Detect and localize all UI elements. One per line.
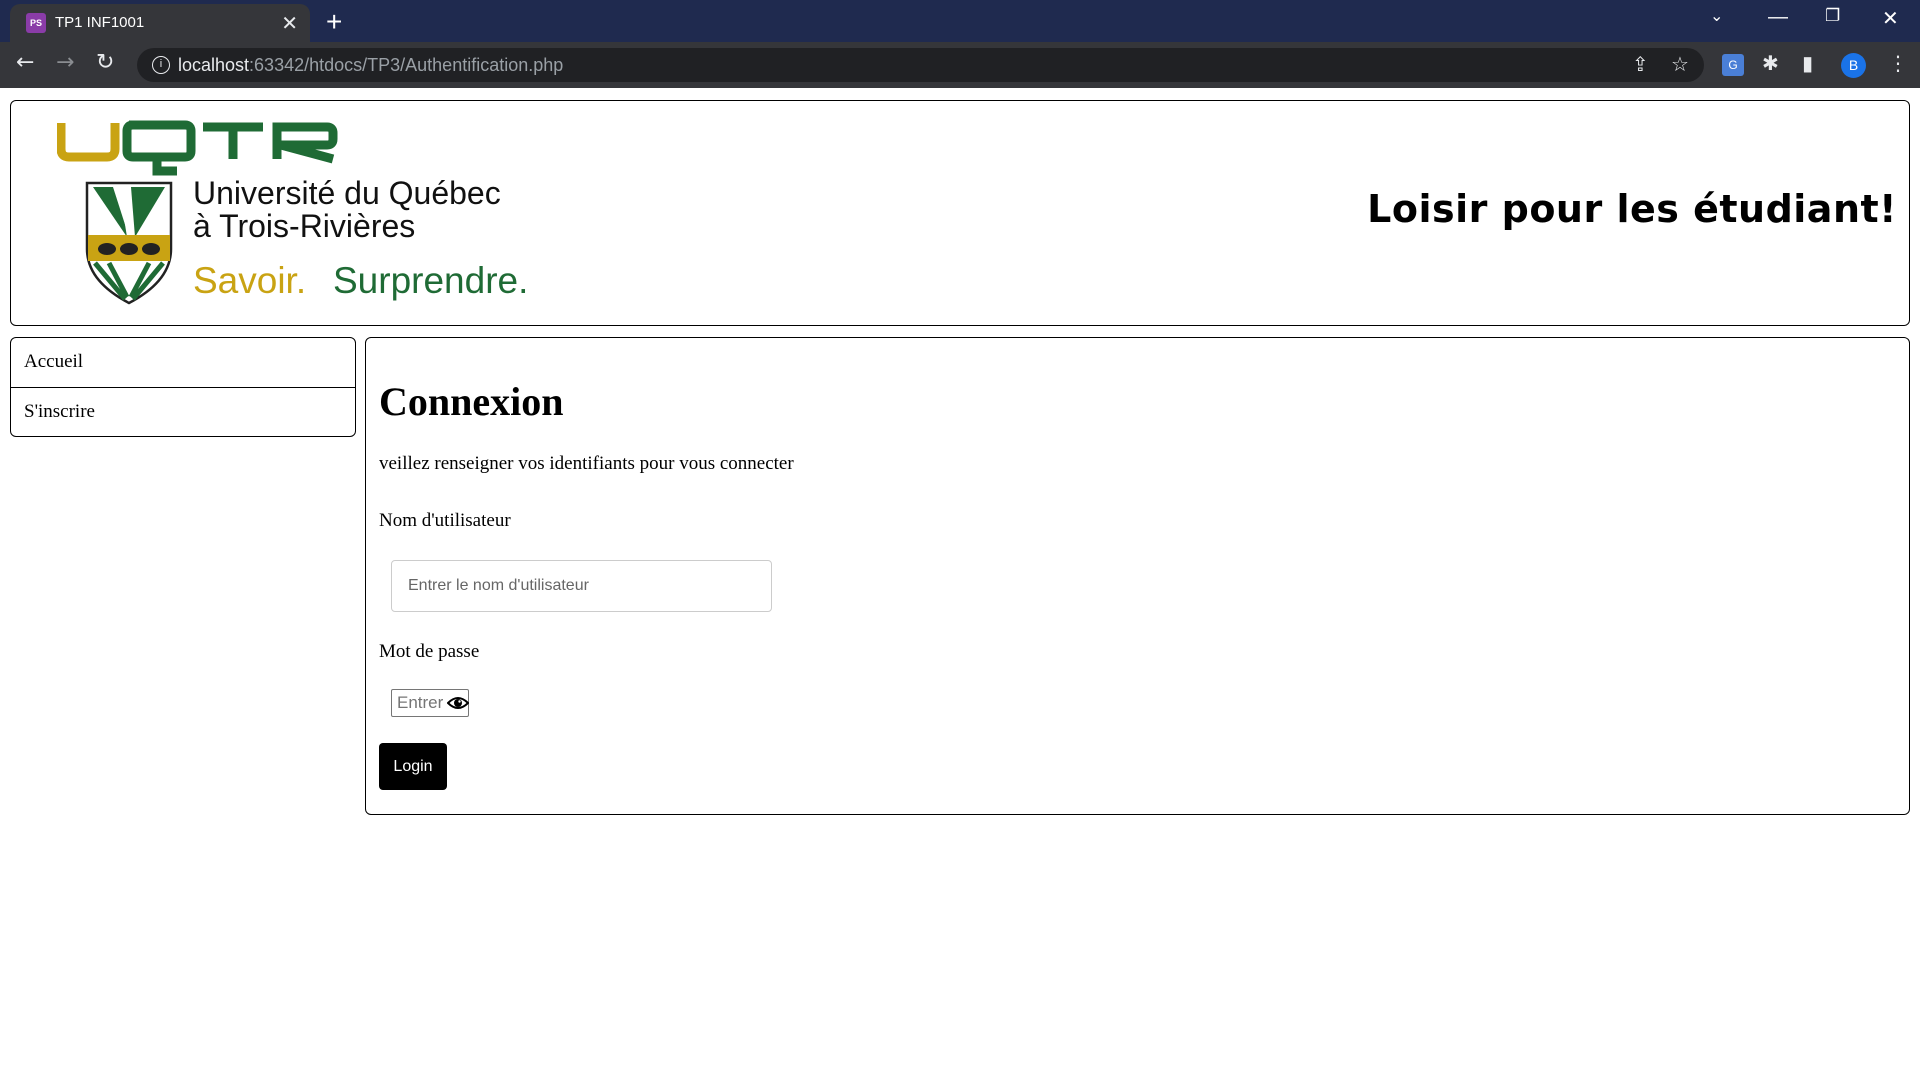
phpstorm-favicon-icon: PS <box>26 13 46 33</box>
username-input[interactable] <box>391 560 772 612</box>
tab-search-icon[interactable]: ⌄ <box>1710 6 1723 26</box>
logo-city-name: à Trois-Rivières <box>193 208 415 244</box>
bookmark-star-icon[interactable]: ☆ <box>1671 52 1689 76</box>
uqtr-logo: Université du Québec à Trois-Rivières Sa… <box>57 120 528 305</box>
logo-university-name: Université du Québec <box>193 175 501 211</box>
browser-toolbar: ← → ↻ i localhost:63342/htdocs/TP3/Authe… <box>0 42 1920 88</box>
profile-avatar[interactable]: B <box>1841 53 1866 78</box>
page-title: Connexion <box>379 379 564 424</box>
back-icon[interactable]: ← <box>16 50 34 75</box>
browser-tab[interactable]: PS TP1 INF1001 ✕ <box>10 4 310 42</box>
login-button[interactable]: Login <box>379 743 447 790</box>
sidebar-item-accueil[interactable]: Accueil <box>11 338 355 387</box>
sidebar-item-inscrire[interactable]: S'inscrire <box>11 387 355 436</box>
username-label: Nom d'utilisateur <box>379 510 511 531</box>
password-field <box>391 689 469 717</box>
password-input[interactable] <box>392 690 448 716</box>
side-panel-icon[interactable]: ▮ <box>1802 51 1813 75</box>
logo-slogan-surprendre: Surprendre. <box>333 260 528 301</box>
share-icon[interactable]: ⇪ <box>1632 52 1649 76</box>
url-text[interactable]: localhost:63342/htdocs/TP3/Authentificat… <box>178 55 563 76</box>
show-password-eye-icon[interactable] <box>447 692 469 714</box>
browser-tab-bar: PS TP1 INF1001 ✕ + ⌄ — ❐ ✕ <box>0 0 1920 42</box>
extensions-icon[interactable]: ✱ <box>1762 51 1779 75</box>
password-label: Mot de passe <box>379 641 480 662</box>
window-close-icon[interactable]: ✕ <box>1882 6 1899 31</box>
tab-close-icon[interactable]: ✕ <box>281 11 298 36</box>
site-title: Loisir pour les étudiant! <box>1367 187 1897 231</box>
forward-icon[interactable]: → <box>56 50 74 75</box>
restore-icon[interactable]: ❐ <box>1825 6 1840 26</box>
site-info-icon[interactable]: i <box>152 56 170 74</box>
menu-icon[interactable]: ⋮ <box>1888 51 1908 75</box>
translate-icon[interactable]: G <box>1722 54 1744 76</box>
tab-title: TP1 INF1001 <box>55 14 145 31</box>
login-panel: Connexion veillez renseigner vos identif… <box>365 337 1910 815</box>
logo-slogan-savoir: Savoir. <box>193 260 306 301</box>
login-instructions: veillez renseigner vos identifiants pour… <box>379 453 794 474</box>
reload-icon[interactable]: ↻ <box>96 50 114 75</box>
sidebar-nav: Accueil S'inscrire <box>10 337 356 437</box>
site-header: Université du Québec à Trois-Rivières Sa… <box>10 100 1910 326</box>
minimize-icon[interactable]: — <box>1768 6 1788 29</box>
new-tab-icon[interactable]: + <box>326 6 342 38</box>
address-bar[interactable]: i localhost:63342/htdocs/TP3/Authentific… <box>137 48 1704 82</box>
